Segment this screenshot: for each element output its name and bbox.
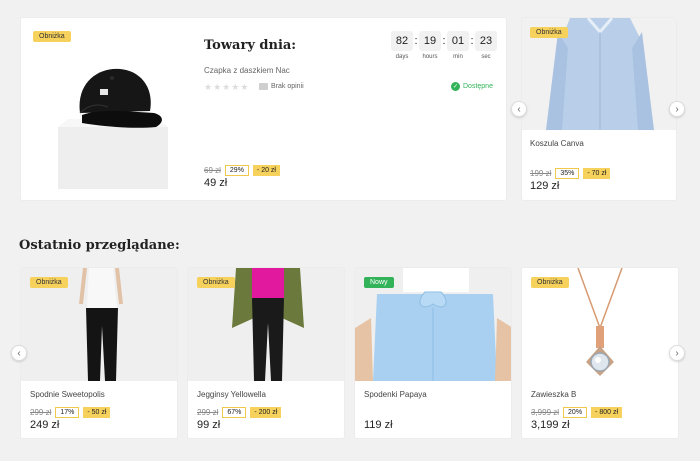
timer-days-label: days <box>395 54 409 60</box>
product-price-details: 299 zł 67% - 200 zł <box>197 407 282 418</box>
discount-amount: - 50 zł <box>83 407 111 418</box>
star-icon: ★ <box>213 82 222 92</box>
star-icon: ★ <box>231 82 240 92</box>
product-badge: Nowy <box>364 277 394 288</box>
discount-percent: 17% <box>55 407 80 418</box>
timer-minutes-label: min <box>453 54 463 60</box>
deal-product-image[interactable] <box>58 31 168 189</box>
availability-status: ✓ Dostępne <box>451 82 493 91</box>
chevron-left-icon: ‹ <box>517 103 521 115</box>
discount-percent: 20% <box>563 407 588 418</box>
side-product-name[interactable]: Koszula Canva <box>530 139 584 148</box>
product-price-details: 3,999 zł 20% - 800 zł <box>531 407 623 418</box>
star-icon: ★ <box>222 82 231 92</box>
star-icon: ★ <box>204 82 213 92</box>
old-price: 3,999 zł <box>531 408 560 417</box>
discount-percent: 29% <box>224 165 249 176</box>
deal-heading: Towary dnia: <box>204 38 297 53</box>
cap-image <box>58 68 168 189</box>
timer-seconds-label: sec <box>481 54 491 60</box>
timer-days-value: 82 <box>391 31 413 51</box>
product-price: 3,199 zł <box>531 419 570 431</box>
reviews-link[interactable]: Brak opinii <box>259 83 304 90</box>
discount-amount: - 70 zł <box>583 168 611 179</box>
deal-product-name[interactable]: Czapka z daszkiem Nac <box>204 66 290 75</box>
timer-days: 82 days <box>391 31 413 60</box>
comment-icon <box>259 83 268 90</box>
star-icon: ★ <box>240 82 249 92</box>
timer-minutes-value: 01 <box>447 31 469 51</box>
rating-stars: ★ ★ ★ ★ ★ <box>204 82 248 93</box>
product-card[interactable]: Obniżka Zawieszka B 3,999 zł 20% - 800 z… <box>521 267 679 439</box>
timer-seconds: 23 sec <box>475 31 497 60</box>
deal-price-details: 69 zł 29% - 20 zł <box>204 165 280 176</box>
product-name[interactable]: Zawieszka B <box>531 390 576 399</box>
discount-amount: - 20 zł <box>252 165 280 176</box>
product-card[interactable]: Nowy Spodenki Papaya 119 zł <box>354 267 512 439</box>
product-price-details: 299 zł 17% - 50 zł <box>30 407 111 418</box>
chevron-right-icon: › <box>675 347 679 359</box>
side-product-card[interactable]: Obniżka Koszula Canva 199 zł 35% - 70 zł… <box>521 17 677 201</box>
timer-minutes: 01 min <box>447 31 469 60</box>
old-price: 299 zł <box>30 408 52 417</box>
discount-percent: 35% <box>555 168 580 179</box>
reviews-label: Brak opinii <box>271 83 304 90</box>
product-price: 249 zł <box>30 419 60 431</box>
discount-amount: - 200 zł <box>250 407 282 418</box>
old-price: 299 zł <box>197 408 219 417</box>
product-card[interactable]: Obniżka Jegginsy Yellowella 299 zł 67% -… <box>187 267 345 439</box>
countdown-timer: 82 days : 19 hours : 01 min : 23 sec <box>391 31 497 60</box>
check-circle-icon: ✓ <box>451 82 460 91</box>
discount-percent: 67% <box>222 407 247 418</box>
recent-prev-button[interactable]: ‹ <box>11 345 27 361</box>
product-badge: Obniżka <box>30 277 68 288</box>
carousel-next-button[interactable]: › <box>669 101 685 117</box>
timer-hours-value: 19 <box>419 31 441 51</box>
deal-price: 49 zł <box>204 177 228 189</box>
side-product-price-details: 199 zł 35% - 70 zł <box>530 168 611 179</box>
discount-amount: - 800 zł <box>591 407 623 418</box>
deal-of-day-card: Obniżka Towary dnia: Czapka z daszkiem N… <box>20 17 507 201</box>
product-name[interactable]: Jegginsy Yellowella <box>197 390 266 399</box>
side-product-price: 129 zł <box>530 180 560 192</box>
product-price: 119 zł <box>364 419 393 431</box>
product-badge: Obniżka <box>197 277 235 288</box>
product-price: 99 zł <box>197 419 221 431</box>
old-price: 199 zł <box>530 169 552 178</box>
timer-hours-label: hours <box>422 54 438 60</box>
carousel-prev-button[interactable]: ‹ <box>511 101 527 117</box>
availability-label: Dostępne <box>463 83 493 90</box>
timer-seconds-value: 23 <box>475 31 497 51</box>
old-price: 69 zł <box>204 166 221 175</box>
chevron-left-icon: ‹ <box>17 347 21 359</box>
side-product-badge: Obniżka <box>530 27 568 38</box>
deal-badge: Obniżka <box>33 31 71 42</box>
chevron-right-icon: › <box>675 103 679 115</box>
product-badge: Obniżka <box>531 277 569 288</box>
product-name[interactable]: Spodenki Papaya <box>364 390 427 399</box>
product-card[interactable]: Obniżka Spodnie Sweetopolis 299 zł 17% -… <box>20 267 178 439</box>
product-name[interactable]: Spodnie Sweetopolis <box>30 390 105 399</box>
recently-viewed-heading: Ostatnio przeglądane: <box>19 238 180 253</box>
recent-next-button[interactable]: › <box>669 345 685 361</box>
timer-hours: 19 hours <box>419 31 441 60</box>
